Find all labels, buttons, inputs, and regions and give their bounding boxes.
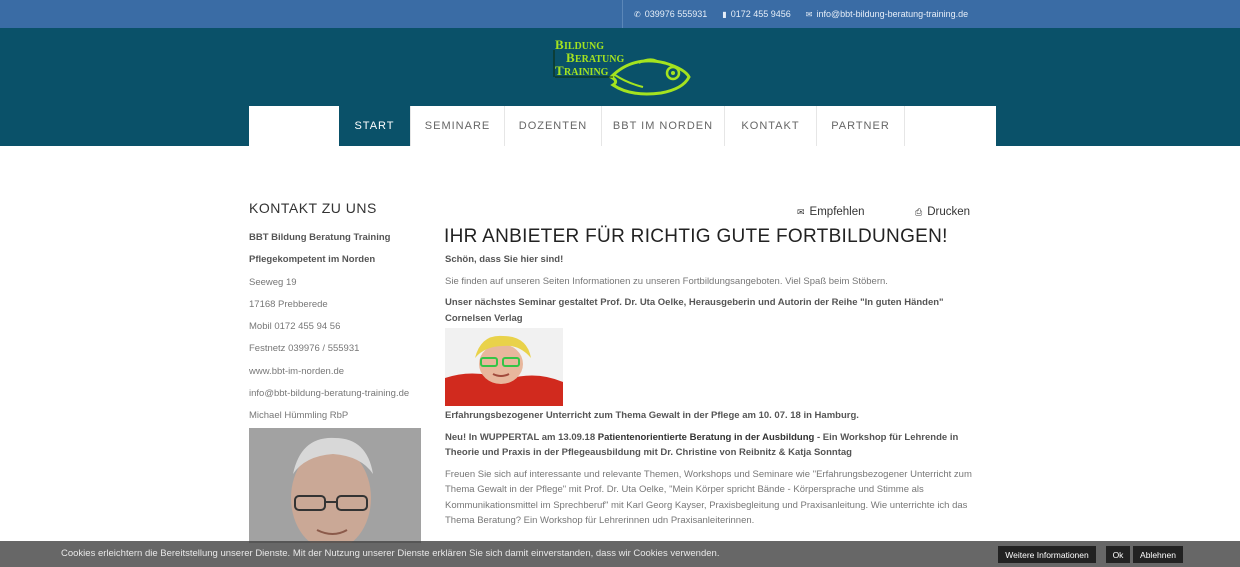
news-title[interactable]: Patientenorientierte Beratung in der Aus… (598, 432, 815, 443)
logo-text-2: B (566, 50, 575, 65)
sidebar-street: Seeweg 19 (249, 276, 297, 288)
closing-text: Freuen Sie sich auf interessante und rel… (445, 468, 972, 527)
recommend-link[interactable]: ✉ Empfehlen (797, 206, 865, 218)
site-logo[interactable]: B ILDUNG B ERATUNG T RAINING (553, 37, 693, 101)
logo-text-3b: RAINING (564, 67, 609, 78)
recommend-label: Empfehlen (809, 206, 865, 218)
welcome-text: Schön, dass Sie hier sind! (445, 254, 564, 265)
phone-icon: ✆ (634, 9, 641, 19)
cookie-text: Cookies erleichtern die Bereitstellung u… (61, 548, 720, 559)
intro-text: Sie finden auf unseren Seiten Informatio… (445, 275, 888, 287)
contact-person-photo (249, 428, 421, 543)
main-content: IHR ANBIETER FÜR RICHTIG GUTE FORTBILDUN… (444, 226, 990, 529)
event-1: Erfahrungsbezogener Unterricht zum Thema… (445, 408, 990, 424)
email-address: info@bbt-bildung-beratung-training.de (816, 9, 969, 19)
printer-icon: ⎙ (915, 206, 923, 217)
sidebar-landline: Festnetz 039976 / 555931 (249, 343, 360, 355)
sidebar-title: KONTAKT ZU UNS (249, 200, 377, 216)
print-label: Drucken (927, 206, 971, 218)
seminar-speaker-photo (445, 328, 563, 406)
ok-button[interactable]: Ok (1106, 546, 1130, 563)
sidebar-city: 17168 Prebberede (249, 298, 328, 310)
event-1-title[interactable]: Erfahrungsbezogener Unterricht zum Thema… (445, 410, 740, 421)
phone-number: 039976 555931 (644, 9, 708, 19)
event-2: Neu! In WUPPERTAL am 13.09.18 Patienteno… (445, 430, 990, 461)
nav-item-bbt-im-norden[interactable]: BBT IM NORDEN (602, 106, 725, 146)
contact-sidebar: KONTAKT ZU UNS BBT Bildung Beratung Trai… (249, 200, 421, 432)
mobile-icon: ▮ (722, 9, 727, 19)
contact-info: ✆ 039976 555931 ▮ 0172 455 9456 ✉ info@b… (622, 0, 983, 28)
sidebar-mobile: Mobil 0172 455 94 56 (249, 321, 341, 333)
nav-item-seminare[interactable]: SEMINARE (411, 106, 505, 146)
nav-item-start[interactable]: START (339, 106, 411, 146)
decline-button[interactable]: Ablehnen (1133, 546, 1183, 563)
logo-text-1: B (555, 37, 564, 52)
sidebar-email-link[interactable]: info@bbt-bildung-beratung-training.de (249, 387, 421, 409)
mobile-link[interactable]: ▮ 0172 455 9456 (722, 9, 790, 19)
news-prefix: Neu! In WUPPERTAL am 13.09.18 (445, 431, 598, 443)
top-contact-bar: ✆ 039976 555931 ▮ 0172 455 9456 ✉ info@b… (0, 0, 1240, 28)
sidebar-company: BBT Bildung Beratung Training (249, 232, 391, 243)
event-1-date: am 10. 07. 18 in Hamburg. (739, 410, 859, 421)
nav-item-kontakt[interactable]: KONTAKT (725, 106, 817, 146)
print-link[interactable]: ⎙ Drucken (915, 206, 970, 218)
nav-item-dozenten[interactable]: DOZENTEN (505, 106, 602, 146)
sidebar-tagline: Pflegekompetent im Norden (249, 254, 376, 266)
email-link[interactable]: ✉ info@bbt-bildung-beratung-training.de (806, 9, 968, 19)
logo-text-2b: ERATUNG (575, 54, 624, 65)
phone-link[interactable]: ✆ 039976 555931 (634, 9, 707, 19)
main-navigation: START SEMINARE DOZENTEN BBT IM NORDEN KO… (249, 106, 996, 146)
mobile-number: 0172 455 9456 (730, 9, 791, 19)
nav-item-partner[interactable]: PARTNER (817, 106, 905, 146)
envelope-icon: ✉ (797, 206, 805, 217)
more-info-button[interactable]: Weitere Informationen (998, 546, 1096, 563)
envelope-icon: ✉ (805, 9, 813, 19)
sidebar-website-link[interactable]: www.bbt-im-norden.de (249, 365, 421, 387)
next-seminar-text: Unser nächstes Seminar gestaltet Prof. D… (445, 297, 944, 324)
logo-text-3: T (555, 63, 564, 78)
page-title: IHR ANBIETER FÜR RICHTIG GUTE FORTBILDUN… (444, 226, 948, 247)
cookie-banner: Cookies erleichtern die Bereitstellung u… (0, 541, 1240, 567)
